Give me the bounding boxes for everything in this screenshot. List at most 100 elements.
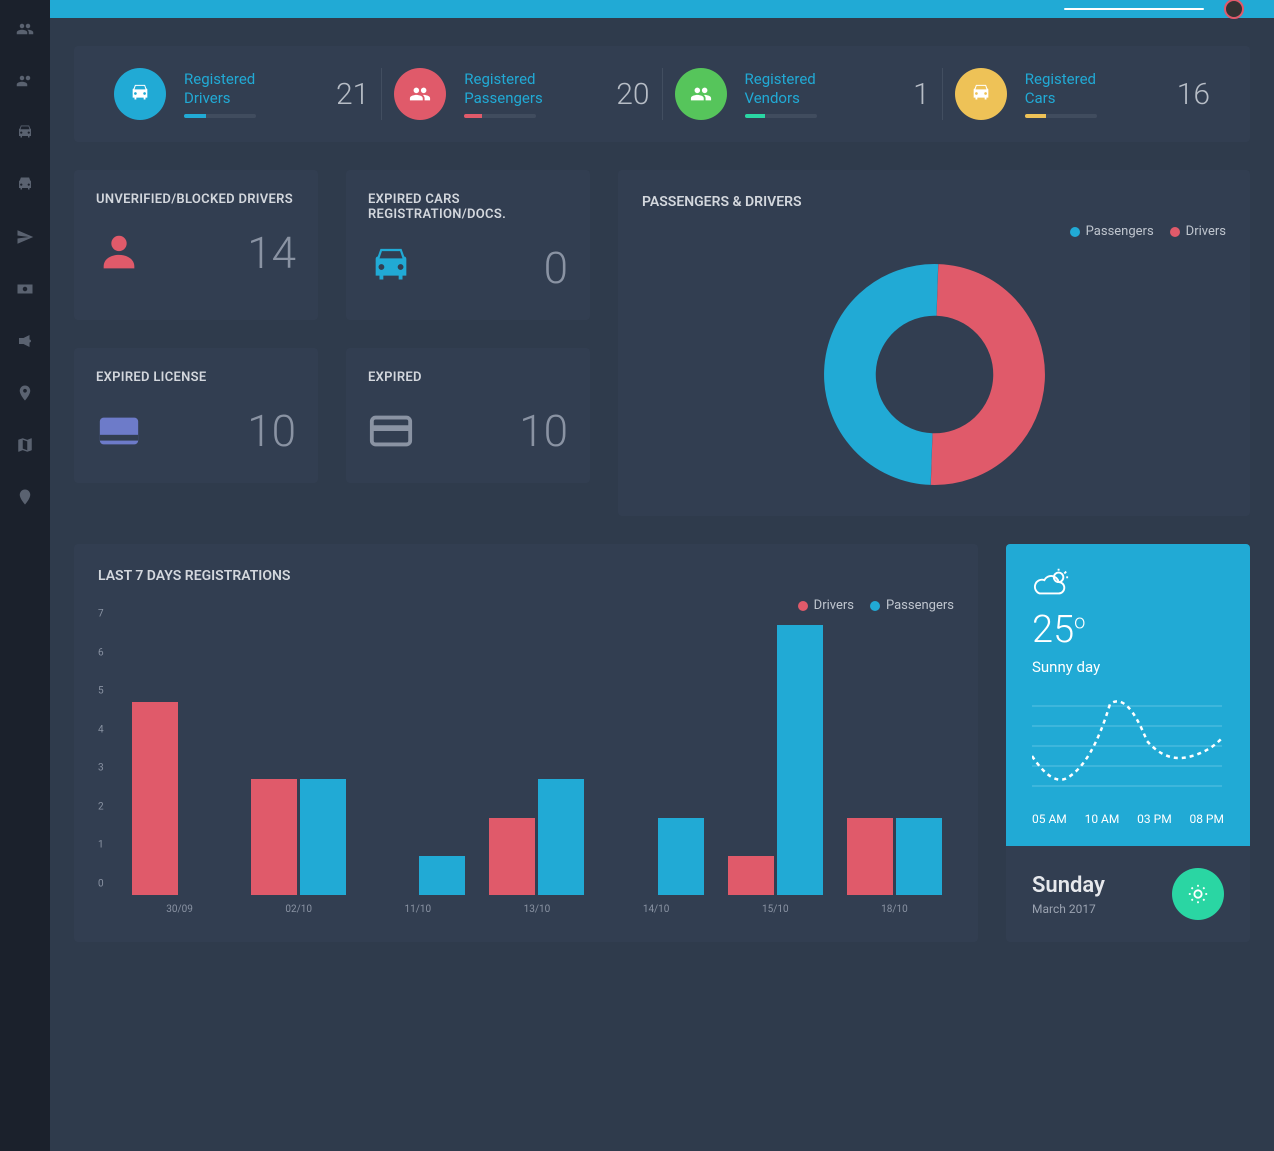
bar [658,818,704,895]
nav-announce-icon[interactable] [16,332,34,350]
stat-icon [394,68,446,120]
search-input[interactable] [1064,8,1204,10]
bar [419,856,465,895]
sun-icon [1187,883,1209,905]
x-tick: 02/10 [285,904,312,915]
legend-item: Drivers [798,598,854,613]
stat-1[interactable]: RegisteredPassengers 20 [381,68,661,120]
y-tick: 3 [98,763,104,774]
nav-pin-icon[interactable] [16,384,34,402]
bar [489,818,535,895]
bar-group: 14/10 [597,625,716,895]
nav-location-icon[interactable] [16,488,34,506]
y-tick: 2 [98,801,104,812]
stat-value: 16 [1177,77,1210,112]
stat-value: 20 [616,77,649,112]
card-value: 14 [247,227,296,279]
bar-group: 18/10 [835,625,954,895]
stats-bar: RegisteredDrivers 21 RegisteredPassenger… [74,46,1250,142]
x-tick: 14/10 [643,904,670,915]
card-title: EXPIRED [368,370,568,385]
bar [847,818,893,895]
bar [728,856,774,895]
donut-chart [817,257,1052,492]
legend-item: Drivers [1170,224,1226,239]
stat-2[interactable]: RegisteredVendors 1 [662,68,942,120]
bar [132,702,178,895]
bar-title: LAST 7 DAYS REGISTRATIONS [98,568,954,584]
creditcard-icon [368,408,414,454]
x-tick: 15/10 [762,904,789,915]
weather-time: 10 AM [1085,812,1120,826]
nav-car-icon[interactable] [16,124,34,142]
weather-time: 05 AM [1032,812,1067,826]
bar [777,625,823,895]
stat-0[interactable]: RegisteredDrivers 21 [102,68,381,120]
y-tick: 0 [98,879,104,890]
card-title: EXPIRED CARS REGISTRATION/DOCS. [368,192,568,222]
weather-temp: 25o [1032,608,1224,652]
bar-group: 30/09 [120,625,239,895]
bar [896,818,942,895]
nav-map-icon[interactable] [16,436,34,454]
avatar[interactable] [1224,0,1244,19]
sun-button[interactable] [1172,868,1224,920]
card-value: 10 [247,405,296,457]
stat-icon [955,68,1007,120]
stat-label: RegisteredDrivers [184,70,256,108]
donut-card: PASSENGERS & DRIVERS Passengers Drivers [618,170,1250,516]
weather-date: March 2017 [1032,902,1105,916]
nav-send-icon[interactable] [16,228,34,246]
stat-icon [114,68,166,120]
stat-label: RegisteredCars [1025,70,1097,108]
weather-desc: Sunny day [1032,658,1224,676]
legend-item: Passengers [1070,224,1154,239]
card-title: EXPIRED LICENSE [96,370,296,385]
donut-title: PASSENGERS & DRIVERS [642,194,1226,210]
car-icon [368,245,414,291]
sidebar [0,0,50,1151]
stat-icon [675,68,727,120]
user-icon [96,230,142,276]
bar-group: 13/10 [477,625,596,895]
legend-item: Passengers [870,598,954,613]
card-icon [96,408,142,454]
nav-users-icon[interactable] [16,20,34,38]
bar-group: 11/10 [358,625,477,895]
weather-widget: 25o Sunny day 05 A [1006,544,1250,942]
nav-money-icon[interactable] [16,280,34,298]
card-expired-cars[interactable]: EXPIRED CARS REGISTRATION/DOCS. 0 [346,170,590,320]
y-tick: 6 [98,647,104,658]
y-tick: 1 [98,840,104,851]
card-expired-license[interactable]: EXPIRED LICENSE 10 [74,348,318,483]
weather-time: 08 PM [1189,812,1224,826]
y-tick: 7 [98,609,104,620]
stat-3[interactable]: RegisteredCars 16 [942,68,1222,120]
y-tick: 4 [98,724,104,735]
card-title: UNVERIFIED/BLOCKED DRIVERS [96,192,296,207]
bar-group: 02/10 [239,625,358,895]
weather-day: Sunday [1032,873,1105,898]
bar [538,779,584,895]
x-tick: 11/10 [405,904,432,915]
bar [300,779,346,895]
x-tick: 18/10 [881,904,908,915]
card-value: 0 [544,242,568,294]
card-expired[interactable]: EXPIRED 10 [346,348,590,483]
bar-card: LAST 7 DAYS REGISTRATIONS Drivers Passeng… [74,544,978,942]
stat-label: RegisteredPassengers [464,70,542,108]
card-unverified-drivers[interactable]: UNVERIFIED/BLOCKED DRIVERS 14 [74,170,318,320]
weather-time: 03 PM [1137,812,1172,826]
nav-group-icon[interactable] [16,72,34,90]
y-tick: 5 [98,686,104,697]
bar-group: 15/10 [716,625,835,895]
weather-cloud-sun-icon [1032,568,1224,602]
card-value: 10 [519,405,568,457]
nav-taxi-icon[interactable] [16,176,34,194]
stat-label: RegisteredVendors [745,70,817,108]
x-tick: 13/10 [524,904,551,915]
topbar [50,0,1274,18]
stat-value: 21 [336,77,369,112]
bar [251,779,297,895]
weather-sparkline [1032,696,1224,796]
